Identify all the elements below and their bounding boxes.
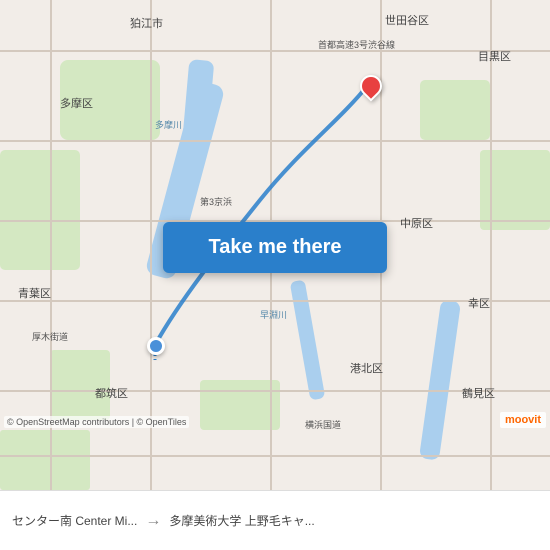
label-kohoku: 港北区 (350, 360, 383, 376)
bottom-bar: センター南 Center Mi... → 多摩美術大学 上野毛キャ... (0, 490, 550, 550)
label-atsugi: 厚木街道 (32, 330, 68, 343)
label-komae: 狛江市 (130, 15, 163, 31)
green-area-2 (0, 150, 80, 270)
map-attribution: © OpenStreetMap contributors | © OpenTil… (4, 416, 189, 428)
minor-road-v5 (490, 0, 492, 490)
label-hayabuchi: 早淵川 (260, 308, 287, 321)
origin-marker (147, 337, 165, 355)
bottom-from-label: センター南 Center Mi... (12, 512, 137, 529)
take-me-there-button[interactable]: Take me there (163, 222, 387, 273)
minor-road-2 (0, 140, 550, 142)
label-tsuzuki: 都筑区 (95, 385, 128, 401)
minor-road-1 (0, 50, 550, 52)
label-aoba: 青葉区 (18, 285, 51, 301)
bottom-arrow-icon: → (145, 512, 161, 530)
green-area-3 (420, 80, 490, 140)
label-setagaya: 世田谷区 (385, 12, 429, 28)
minor-road-6 (0, 455, 550, 457)
label-saiwai: 幸区 (468, 295, 490, 311)
label-daisankeihan: 第3京浜 (200, 195, 232, 208)
moovit-logo: moovit (500, 412, 546, 428)
label-yokohama: 横浜国道 (305, 418, 341, 431)
green-area-6 (0, 430, 90, 490)
label-tama: 多摩区 (60, 95, 93, 111)
map-container: 狛江市 世田谷区 多摩区 中原区 青葉区 都筑区 目黒区 港北区 鶴見区 幸区 … (0, 0, 550, 490)
label-nakahara: 中原区 (400, 215, 433, 231)
label-tsurumi: 鶴見区 (462, 385, 495, 401)
green-area-7 (200, 380, 280, 430)
label-meguro: 目黒区 (478, 48, 511, 64)
label-shuto: 首都高速3号渋谷線 (318, 38, 395, 51)
label-tamagawa: 多摩川 (155, 118, 182, 131)
bottom-to-label: 多摩美術大学 上野毛キャ... (169, 512, 538, 529)
